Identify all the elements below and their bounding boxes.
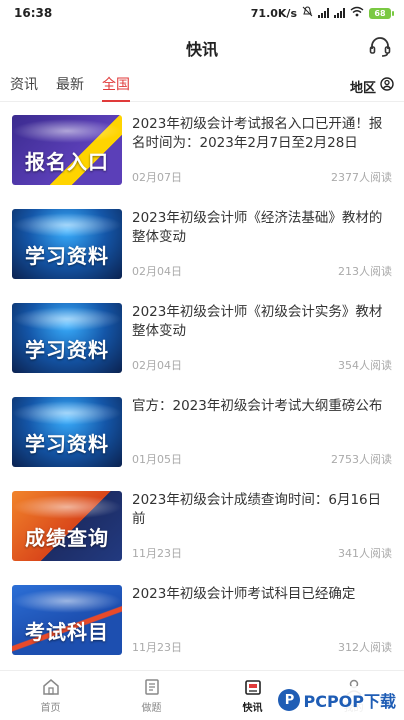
news-list: 报名入口 2023年初级会计考试报名入口已开通！报名时间为：2023年2月7日至2… — [0, 103, 404, 670]
news-thumbnail: 考试科目 — [12, 585, 122, 655]
nav-exercise[interactable]: 做题 — [101, 671, 202, 720]
news-title[interactable]: 2023年初级会计考试报名入口已开通！报名时间为：2023年2月7日至2月28日 — [132, 115, 392, 153]
news-item[interactable]: 成绩查询 2023年初级会计成绩查询时间：6月16日前 11月23日 341人阅读 — [0, 479, 404, 573]
home-icon — [42, 679, 59, 695]
news-meta: 02月04日 354人阅读 — [132, 357, 392, 373]
news-date: 02月04日 — [132, 359, 182, 372]
battery-level: 68 — [369, 7, 391, 19]
news-item[interactable]: 考试科目 2023年初级会计师考试科目已经确定 11月23日 312人阅读 — [0, 573, 404, 667]
news-title[interactable]: 官方：2023年初级会计考试大纲重磅公布 — [132, 397, 392, 416]
news-read-count: 312人阅读 — [338, 641, 392, 654]
customer-service-icon[interactable] — [368, 36, 394, 60]
tab-latest[interactable]: 最新 — [56, 70, 84, 102]
news-read-count: 2753人阅读 — [331, 453, 392, 466]
app-screen: 16:38 71.0K/s 68 快讯 资讯 最新 全国 地区 报名入口 202… — [0, 0, 404, 720]
wifi-icon — [350, 6, 364, 20]
news-title[interactable]: 2023年初级会计师考试科目已经确定 — [132, 585, 392, 604]
news-meta: 01月05日 2753人阅读 — [132, 451, 392, 467]
nav-label: 首页 — [40, 703, 61, 714]
news-thumbnail: 报名入口 — [12, 115, 122, 185]
news-meta: 02月04日 213人阅读 — [132, 263, 392, 279]
status-icons: 71.0K/s 68 — [251, 6, 394, 20]
news-date: 02月04日 — [132, 265, 182, 278]
nav-home[interactable]: 首页 — [0, 671, 101, 720]
battery-icon: 68 — [369, 7, 394, 19]
header: 快讯 — [0, 26, 404, 70]
status-time: 16:38 — [14, 6, 53, 20]
news-date: 11月23日 — [132, 641, 182, 654]
news-meta: 11月23日 341人阅读 — [132, 545, 392, 561]
news-title[interactable]: 2023年初级会计师《初级会计实务》教材整体变动 — [132, 303, 392, 341]
nav-label: 快讯 — [242, 703, 263, 714]
region-label: 地区 — [349, 80, 376, 96]
thumbnail-caption: 学习资料 — [25, 432, 109, 456]
page-title: 快讯 — [185, 40, 218, 59]
thumbnail-caption: 学习资料 — [25, 338, 109, 362]
news-body: 2023年初级会计成绩查询时间：6月16日前 11月23日 341人阅读 — [132, 491, 392, 561]
news-title[interactable]: 2023年初级会计成绩查询时间：6月16日前 — [132, 491, 392, 529]
location-user-icon — [380, 77, 394, 95]
status-bar: 16:38 71.0K/s 68 — [0, 0, 404, 26]
news-item[interactable]: 报名入口 2023年初级会计考试报名入口已开通！报名时间为：2023年2月7日至2… — [0, 103, 404, 197]
news-body: 2023年初级会计师《初级会计实务》教材整体变动 02月04日 354人阅读 — [132, 303, 392, 373]
site-watermark: P PCPOP下载 — [274, 686, 400, 714]
news-thumbnail: 成绩查询 — [12, 491, 122, 561]
news-read-count: 354人阅读 — [338, 359, 392, 372]
region-selector[interactable]: 地区 — [350, 70, 394, 102]
nav-label: 做题 — [141, 703, 162, 714]
mute-icon — [302, 6, 313, 20]
news-body: 2023年初级会计考试报名入口已开通！报名时间为：2023年2月7日至2月28日… — [132, 115, 392, 185]
tab-news[interactable]: 资讯 — [10, 70, 38, 102]
news-read-count: 213人阅读 — [338, 265, 392, 278]
news-item[interactable]: 学习资料 2023年初级会计师《初级会计实务》教材整体变动 02月04日 354人阅读 — [0, 291, 404, 385]
thumbnail-caption: 报名入口 — [25, 150, 109, 174]
signal-icon — [318, 8, 329, 18]
news-body: 官方：2023年初级会计考试大纲重磅公布 01月05日 2753人阅读 — [132, 397, 392, 467]
news-date: 11月23日 — [132, 547, 182, 560]
exercise-icon — [144, 679, 159, 695]
news-meta: 11月23日 312人阅读 — [132, 639, 392, 655]
news-item[interactable]: 学习资料 2023年初级会计师《经济法基础》教材的整体变动 02月04日 213人阅读 — [0, 197, 404, 291]
news-body: 2023年初级会计师考试科目已经确定 11月23日 312人阅读 — [132, 585, 392, 655]
news-item[interactable]: 学习资料 官方：2023年初级会计考试大纲重磅公布 01月05日 2753人阅读 — [0, 385, 404, 479]
news-thumbnail: 学习资料 — [12, 397, 122, 467]
news-thumbnail: 学习资料 — [12, 303, 122, 373]
news-body: 2023年初级会计师《经济法基础》教材的整体变动 02月04日 213人阅读 — [132, 209, 392, 279]
thumbnail-caption: 学习资料 — [25, 244, 109, 268]
watermark-text: PCPOP下载 — [303, 692, 396, 711]
watermark-logo-icon: P — [278, 689, 301, 711]
news-read-count: 2377人阅读 — [331, 171, 392, 184]
news-title[interactable]: 2023年初级会计师《经济法基础》教材的整体变动 — [132, 209, 392, 247]
thumbnail-caption: 成绩查询 — [25, 526, 109, 550]
news-thumbnail: 学习资料 — [12, 209, 122, 279]
news-date: 02月07日 — [132, 171, 182, 184]
thumbnail-caption: 考试科目 — [25, 620, 109, 644]
news-icon — [244, 680, 261, 695]
tab-national[interactable]: 全国 — [102, 70, 130, 102]
signal-icon-2 — [334, 8, 345, 18]
network-speed: 71.0K/s — [250, 6, 297, 20]
news-read-count: 341人阅读 — [338, 547, 392, 560]
category-tabs: 资讯 最新 全国 地区 — [0, 70, 404, 102]
news-date: 01月05日 — [132, 453, 182, 466]
news-meta: 02月07日 2377人阅读 — [132, 169, 392, 185]
